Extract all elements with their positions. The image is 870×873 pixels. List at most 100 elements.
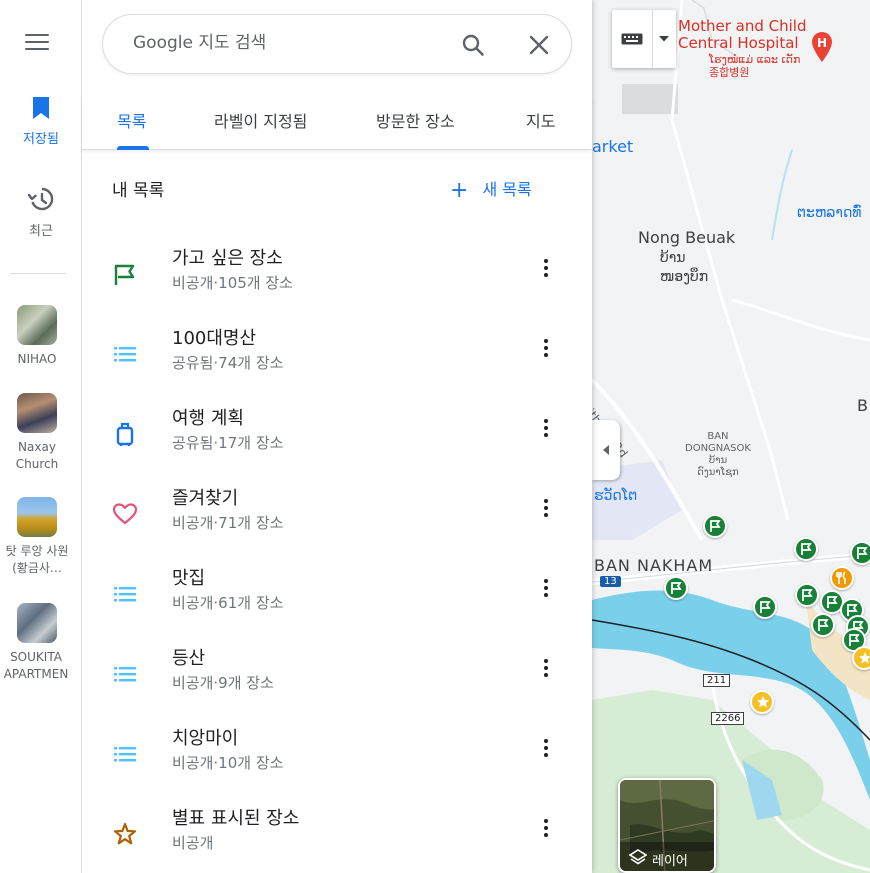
list-meta: 비공개·61개 장소 [172, 594, 284, 612]
list-meta: 비공개·71개 장소 [172, 514, 284, 532]
map-canvas[interactable]: Mother and Child Central Hospital ໂຮງໝໍແມ… [592, 0, 870, 873]
tab-visited[interactable]: 방문한 장소 [376, 108, 455, 132]
dongnasok-label: BAN DONGNASOK ບ້ານ ດົງນາໂຊກ [685, 431, 751, 478]
active-tab-indicator [117, 146, 149, 150]
menu-icon[interactable] [25, 34, 49, 54]
route-shield-2266: 2266 [711, 712, 745, 725]
list-icon [114, 587, 136, 602]
market-label[interactable]: arket [592, 137, 633, 156]
hospital-icon[interactable]: H [810, 31, 834, 62]
saved-panel: 목록 라벨이 지정됨 방문한 장소 지도 내 목록 + 새 목록 가고 싶은 장소… [82, 0, 592, 873]
local-label: ຮວັດໂຕ [594, 488, 638, 504]
rail-recent-label: 최근 [29, 224, 53, 239]
search-input[interactable] [133, 33, 433, 53]
recent-place-item[interactable]: Naxay Church [0, 393, 74, 473]
recent-place-item[interactable]: NIHAO [0, 305, 74, 368]
rail-divider [10, 273, 66, 274]
input-tools-button[interactable] [612, 10, 676, 68]
list-item[interactable]: 가고 싶은 장소 비공개·105개 장소 [82, 244, 592, 324]
layers-label: 레이어 [652, 854, 688, 869]
more-vert-icon[interactable] [534, 736, 558, 760]
place-thumbnail [17, 393, 57, 433]
luggage-icon [116, 422, 134, 446]
close-icon[interactable] [527, 33, 551, 57]
recent-place-item[interactable]: 탓 루앙 사원(황금사… [0, 497, 74, 577]
list-name: 100대명산 [172, 328, 257, 349]
list-meta: 비공개·10개 장소 [172, 754, 284, 772]
list-name: 치앙마이 [172, 728, 239, 749]
more-vert-icon[interactable] [534, 336, 558, 360]
list-icon [114, 347, 136, 362]
village-label-local: ບ້ານ ໜອງບຶກ [660, 250, 709, 285]
route-shield-13: 13 [600, 576, 621, 587]
search-icon[interactable] [461, 33, 485, 57]
list-icon [114, 667, 136, 682]
saved-place-pin[interactable] [664, 576, 688, 600]
left-rail: 저장됨 최근 NIHAO Naxay Church 탓 루앙 사원(황금사… S… [0, 0, 82, 873]
search-box[interactable] [102, 14, 572, 74]
more-vert-icon[interactable] [534, 816, 558, 840]
saved-place-pin[interactable] [794, 537, 818, 561]
list-icon [114, 747, 136, 762]
saved-place-pin[interactable] [811, 613, 835, 637]
tab-labeled[interactable]: 라벨이 지정됨 [214, 108, 307, 132]
section-title: 내 목록 [112, 181, 165, 201]
area-label-partial: B [857, 396, 868, 415]
list-name: 등산 [172, 648, 206, 669]
list-item[interactable]: 즐겨찾기 비공개·71개 장소 [82, 484, 592, 564]
list-item[interactable]: 별표 표시된 장소 비공개 [82, 804, 592, 873]
list-item[interactable]: 100대명산 공유됨·74개 장소 [82, 324, 592, 404]
saved-place-pin[interactable] [850, 541, 870, 565]
list-meta: 비공개 [172, 834, 214, 852]
saved-place-pin[interactable] [753, 595, 777, 619]
rail-item-recent[interactable]: 최근 [0, 186, 82, 239]
recent-place-label: 탓 루앙 사원(황금사… [5, 544, 69, 575]
collapse-panel-button[interactable] [592, 420, 620, 480]
saved-place-pin[interactable] [795, 583, 819, 607]
flag-icon [114, 264, 135, 285]
more-vert-icon[interactable] [534, 496, 558, 520]
list-name: 여행 계획 [172, 408, 244, 429]
star-icon [113, 822, 137, 845]
area-label[interactable]: BAN NAKHAM [594, 556, 713, 575]
village-label[interactable]: Nong Beuak [638, 228, 735, 247]
hospital-label-local: ໂຮງໝໍແມ່ ແລະ ເດັກ 종합병원 [709, 53, 801, 79]
heart-icon [112, 503, 138, 525]
market-label-local: ຕະຫລາດທົ່ [797, 205, 862, 221]
list-item[interactable]: 등산 비공개·9개 장소 [82, 644, 592, 724]
place-thumbnail [17, 305, 57, 345]
tab-lists[interactable]: 목록 [117, 108, 146, 132]
list-name: 즐겨찾기 [172, 488, 239, 509]
new-list-button[interactable]: + 새 목록 [450, 176, 532, 203]
rail-item-saved[interactable]: 저장됨 [0, 96, 82, 147]
hospital-label[interactable]: Mother and Child Central Hospital [678, 18, 807, 52]
layers-icon [629, 849, 647, 865]
chevron-left-icon [603, 445, 609, 455]
recent-place-label: Naxay Church [15, 440, 59, 471]
list-name: 별표 표시된 장소 [172, 808, 300, 829]
more-vert-icon[interactable] [534, 256, 558, 280]
starred-place-pin[interactable] [750, 690, 774, 714]
keyboard-icon [621, 33, 643, 45]
list-meta: 공유됨·74개 장소 [172, 354, 284, 372]
more-vert-icon[interactable] [534, 656, 558, 680]
recent-place-item[interactable]: SOUKITA APARTMEN [0, 603, 74, 683]
list-meta: 공유됨·17개 장소 [172, 434, 284, 452]
plus-icon: + [450, 178, 469, 203]
more-vert-icon[interactable] [534, 576, 558, 600]
bookmark-icon [33, 97, 49, 119]
saved-place-pin[interactable] [703, 514, 727, 538]
starred-place-pin[interactable] [852, 646, 870, 670]
chevron-down-icon[interactable] [659, 36, 669, 42]
more-vert-icon[interactable] [534, 416, 558, 440]
list-item[interactable]: 치앙마이 비공개·10개 장소 [82, 724, 592, 804]
list-item[interactable]: 맛집 비공개·61개 장소 [82, 564, 592, 644]
rail-saved-label: 저장됨 [23, 132, 59, 147]
layers-button[interactable]: 레이어 [618, 778, 716, 873]
restaurant-pin[interactable] [830, 566, 854, 590]
place-thumbnail [17, 497, 57, 537]
history-icon [27, 187, 54, 211]
tab-bar: 목록 라벨이 지정됨 방문한 장소 지도 [82, 96, 592, 150]
list-item[interactable]: 여행 계획 공유됨·17개 장소 [82, 404, 592, 484]
tab-maps[interactable]: 지도 [526, 108, 555, 132]
